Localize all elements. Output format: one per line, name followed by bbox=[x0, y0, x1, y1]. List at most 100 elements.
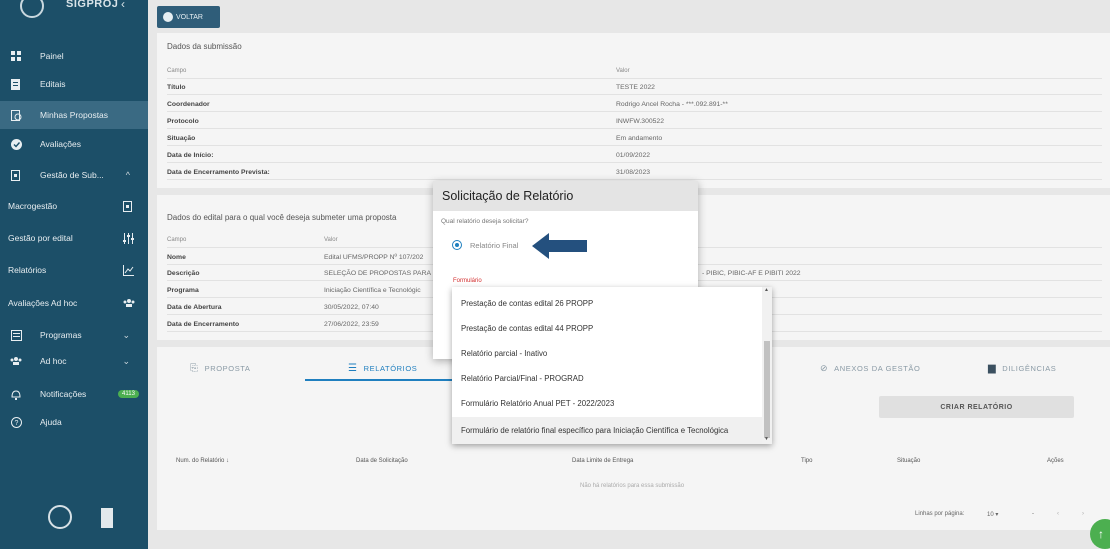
row-key: Data de Abertura bbox=[167, 304, 222, 311]
radio-label[interactable]: Relatório Final bbox=[470, 241, 518, 250]
bell-icon bbox=[10, 388, 22, 400]
empty-table-message: Não há relatórios para essa submissão bbox=[580, 483, 685, 489]
dropdown-option[interactable]: Formulário Relatório Anual PET - 2022/20… bbox=[452, 391, 762, 416]
prev-page-icon[interactable]: ‹ bbox=[1057, 511, 1059, 517]
sidebar-item-label: Avaliações bbox=[40, 139, 81, 149]
sidebar-item-label: Gestão por edital bbox=[8, 233, 73, 243]
voltar-label: VOLTAR bbox=[176, 13, 203, 21]
sidebar-item-ajuda[interactable]: ? Ajuda bbox=[0, 408, 148, 436]
tab-anexos-gestao[interactable]: ⊘ ANEXOS DA GESTÃO bbox=[820, 354, 920, 382]
sidebar-item-avaliacoes[interactable]: Avaliações bbox=[0, 130, 148, 158]
dropdown-option[interactable]: Prestação de contas edital 26 PROPP bbox=[452, 291, 762, 316]
row-value-tail: - PIBIC, PIBIC-AF E PIBITI 2022 bbox=[702, 270, 801, 277]
rows-per-page-select[interactable]: 10 ▾ bbox=[987, 511, 998, 518]
row-key: Título bbox=[167, 84, 186, 91]
col-data-limite: Data Limite de Entrega bbox=[572, 458, 634, 464]
tab-proposta[interactable]: ⎘ PROPOSTA bbox=[190, 354, 251, 382]
next-page-icon[interactable]: › bbox=[1082, 511, 1084, 517]
proposals-icon bbox=[10, 109, 22, 121]
svg-text:?: ? bbox=[14, 420, 18, 427]
page-range: - bbox=[1032, 511, 1034, 517]
row-value: Rodrigo Ancel Rocha - ***.092.891-** bbox=[616, 101, 728, 108]
collapse-sidebar-icon[interactable]: ‹ bbox=[121, 0, 125, 11]
col-num-relatorio[interactable]: Num. do Relatório ↓ bbox=[176, 458, 229, 464]
row-value: 31/08/2023 bbox=[616, 169, 651, 176]
dialog-title: Solicitação de Relatório bbox=[433, 181, 698, 211]
annotation-arrow-icon bbox=[532, 233, 587, 259]
sidebar-item-label: Painel bbox=[40, 51, 64, 61]
list-icon: ☰ bbox=[348, 362, 358, 374]
table-row: Coordenador Rodrigo Ancel Rocha - ***.092… bbox=[167, 101, 1102, 112]
col-acoes: Ações bbox=[1047, 458, 1064, 464]
table-row: Data de Início: 01/09/2022 bbox=[167, 152, 1102, 163]
sidebar-item-macrogestao[interactable]: Macrogestão bbox=[0, 192, 148, 220]
sidebar-item-avaliacoes-ad-hoc[interactable]: Avaliações Ad hoc bbox=[0, 289, 148, 317]
col-value: Valor bbox=[616, 68, 630, 74]
col-field: Campo bbox=[167, 68, 187, 74]
row-value: 27/06/2022, 23:59 bbox=[324, 321, 379, 328]
sidebar-item-label: Editais bbox=[40, 79, 66, 89]
submission-title: Dados da submissão bbox=[167, 42, 242, 51]
dropdown-option[interactable]: Formulário de relatório final específico… bbox=[452, 417, 762, 444]
paperclip-icon: ⊘ bbox=[820, 362, 829, 373]
col-field: Campo bbox=[167, 237, 187, 243]
rows-per-page-value: 10 bbox=[987, 512, 994, 518]
check-circle-icon bbox=[10, 138, 22, 150]
voltar-button[interactable]: VOLTAR bbox=[157, 6, 220, 28]
dropdown-scrollbar[interactable]: ▲ ▼ bbox=[762, 287, 772, 444]
sliders-icon bbox=[123, 232, 134, 244]
sidebar-item-label: Avaliações Ad hoc bbox=[8, 298, 78, 308]
table-row: Protocolo INWFW.300522 bbox=[167, 118, 1102, 129]
dropdown-option[interactable]: Relatório Parcial/Final - PROGRAD bbox=[452, 366, 762, 391]
file-icon bbox=[10, 169, 22, 181]
scrollbar-thumb[interactable] bbox=[764, 341, 770, 438]
sidebar-item-label: Macrogestão bbox=[8, 201, 58, 211]
criar-relatorio-button[interactable]: CRIAR RELATÓRIO bbox=[879, 396, 1074, 418]
formulario-label: Formulário bbox=[453, 278, 482, 284]
radio-relatorio-final[interactable] bbox=[452, 240, 462, 250]
sidebar-item-relatorios[interactable]: Relatórios bbox=[0, 256, 148, 284]
row-value: Em andamento bbox=[616, 135, 663, 142]
sidebar-item-ad-hoc[interactable]: Ad hoc ⌄ bbox=[0, 347, 148, 375]
sidebar-item-label: Notificações bbox=[40, 389, 87, 399]
table-row: Situação Em andamento bbox=[167, 135, 1102, 146]
edital-title: Dados do edital para o qual você deseja … bbox=[167, 213, 397, 222]
sidebar-item-notificacoes[interactable]: Notificações 4113 bbox=[0, 380, 148, 408]
chevron-up-icon: ^ bbox=[125, 170, 130, 180]
sidebar-item-programas[interactable]: Programas ⌄ bbox=[0, 321, 148, 349]
tab-relatorios[interactable]: ☰ RELATÓRIOS bbox=[348, 354, 417, 382]
help-icon: ? bbox=[10, 416, 22, 428]
dropdown-option[interactable]: Prestação de contas edital 44 PROPP bbox=[452, 316, 762, 341]
formulario-dropdown[interactable]: Prestação de contas edital 26 PROPP Pres… bbox=[452, 287, 772, 444]
sidebar-item-label: Minhas Propostas bbox=[40, 110, 109, 120]
rows-per-page-label: Linhas por página: bbox=[915, 511, 965, 517]
row-key: Data de Início: bbox=[167, 152, 214, 159]
tab-label: DILIGÊNCIAS bbox=[1002, 363, 1057, 373]
sidebar-item-label: Ad hoc bbox=[40, 356, 67, 366]
notification-count-badge: 4113 bbox=[118, 390, 139, 398]
col-value: Valor bbox=[324, 237, 338, 243]
document-icon bbox=[10, 78, 22, 90]
tab-diligencias[interactable]: ▆ DILIGÊNCIAS bbox=[988, 354, 1056, 382]
sidebar-item-editais[interactable]: Editais bbox=[0, 70, 148, 98]
sidebar-item-painel[interactable]: Painel bbox=[0, 42, 148, 70]
row-key: Programa bbox=[167, 287, 199, 294]
sidebar-item-gestao-submissoes[interactable]: Gestão de Sub... ^ bbox=[0, 161, 148, 189]
table-row: Título TESTE 2022 bbox=[167, 84, 1102, 95]
scroll-down-icon[interactable]: ▼ bbox=[764, 436, 769, 442]
table-row: Data de Encerramento Prevista: 31/08/2023 bbox=[167, 169, 1102, 180]
row-key: Coordenador bbox=[167, 101, 210, 108]
tab-label: RELATÓRIOS bbox=[363, 363, 418, 373]
col-data-solicitacao: Data de Solicitação bbox=[356, 458, 408, 464]
scroll-up-icon[interactable]: ▲ bbox=[764, 287, 769, 293]
row-key: Protocolo bbox=[167, 118, 199, 125]
group-icon bbox=[123, 298, 135, 309]
sidebar-item-gestao-por-edital[interactable]: Gestão por edital bbox=[0, 224, 148, 252]
dropdown-option[interactable]: Relatório parcial - Inativo bbox=[452, 341, 762, 366]
file-icon bbox=[123, 200, 134, 212]
sidebar-item-minhas-propostas[interactable]: Minhas Propostas bbox=[0, 101, 148, 129]
group-icon bbox=[10, 355, 22, 367]
tab-label: ANEXOS DA GESTÃO bbox=[834, 363, 921, 373]
sidebar-item-label: Relatórios bbox=[8, 265, 47, 275]
row-key: Data de Encerramento Prevista: bbox=[167, 169, 270, 176]
